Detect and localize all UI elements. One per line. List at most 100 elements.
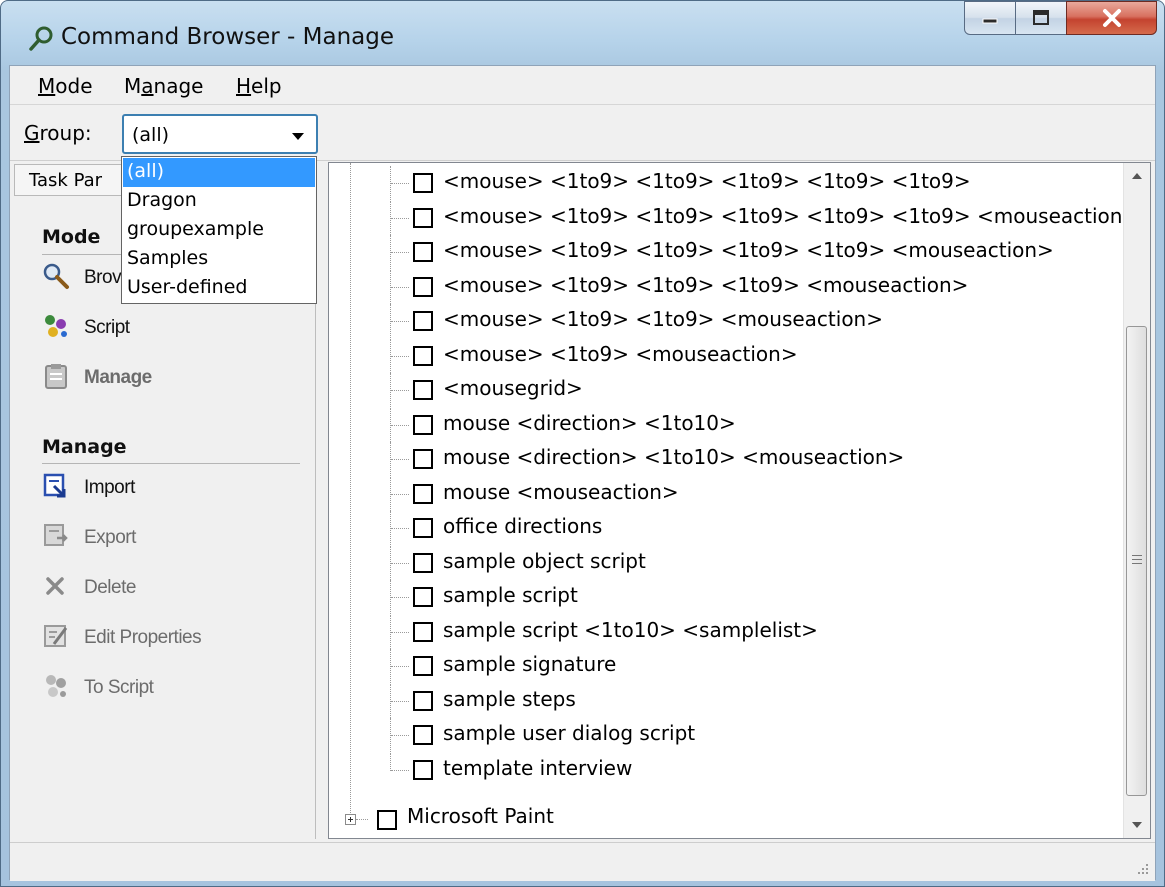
dropdown-option[interactable]: User-defined	[123, 274, 315, 303]
checkbox[interactable]	[413, 207, 433, 228]
tree-item[interactable]: office directions	[329, 511, 1119, 545]
tree-item[interactable]: sample steps	[329, 683, 1119, 718]
maximize-button[interactable]	[1015, 1, 1067, 35]
tree-item[interactable]: mouse <direction> <1to10>	[329, 407, 1119, 442]
arrow-up-icon	[1132, 173, 1142, 179]
title-bar[interactable]: Command Browser - Manage	[1, 1, 1164, 63]
tree-item-label: sample script	[443, 583, 578, 607]
grip-line	[1132, 559, 1142, 560]
checkbox[interactable]	[413, 345, 433, 366]
checkbox[interactable]	[413, 311, 433, 331]
tree-item[interactable]: mouse <mouseaction>	[329, 476, 1119, 511]
checkbox[interactable]	[413, 414, 433, 435]
import-icon	[43, 473, 66, 498]
tree-item[interactable]: sample user dialog script	[329, 718, 1119, 752]
tree-connector	[391, 597, 409, 599]
checkbox[interactable]	[413, 518, 433, 538]
tree-connector	[391, 631, 409, 634]
command-tree[interactable]: Microsoft Paint <mouse> <1to9> <1to9> <1…	[328, 162, 1151, 839]
mode-heading: Mode	[42, 226, 101, 248]
dropdown-option-label: Dragon	[127, 189, 197, 211]
dropdown-option[interactable]: groupexample	[123, 216, 315, 245]
tree-item[interactable]: sample script	[329, 580, 1119, 614]
menu-manage[interactable]: Manage	[124, 74, 203, 98]
tree-item[interactable]: sample script <1to10> <samplelist>	[329, 614, 1119, 649]
checkbox[interactable]	[413, 587, 433, 607]
checkbox[interactable]	[413, 656, 433, 676]
dropdown-option[interactable]: Dragon	[123, 187, 315, 216]
menu-mode[interactable]: Mode	[38, 74, 93, 98]
scroll-thumb[interactable]	[1126, 326, 1147, 796]
menu-help-mnemonic: H	[236, 74, 252, 98]
vertical-scrollbar[interactable]	[1123, 163, 1150, 838]
task-import-label: Import	[84, 477, 135, 498]
tree-connector	[391, 321, 409, 323]
checkbox[interactable]	[413, 725, 433, 745]
checkbox[interactable]	[413, 276, 433, 297]
tree-item-label: sample script <1to10> <samplelist>	[443, 617, 818, 642]
tree-connector	[391, 424, 409, 427]
grip-line	[1132, 555, 1142, 556]
scroll-up-button[interactable]	[1124, 163, 1150, 189]
arrow-down-icon	[1132, 822, 1142, 828]
tree-item-label: mouse <direction> <1to10> <mouseaction>	[443, 445, 905, 469]
dropdown-option[interactable]: Samples	[123, 245, 315, 274]
checkbox[interactable]	[413, 621, 433, 642]
group-dropdown-list[interactable]: (all) Dragon groupexample Samples User-defin…	[121, 156, 317, 304]
tree-connector	[391, 355, 409, 358]
manage-divider	[42, 463, 300, 464]
tree-item[interactable]: <mouse> <1to9> <1to9> <mouseaction>	[329, 304, 1119, 338]
chevron-down-icon[interactable]	[292, 133, 304, 140]
tree-item[interactable]: <mouse> <1to9> <1to9> <1to9> <1to9> <1to…	[329, 166, 1119, 200]
grip-line	[1132, 563, 1142, 564]
task-manage-label: Manage	[84, 367, 152, 388]
checkbox[interactable]	[413, 173, 433, 193]
tree-item[interactable]: <mouse> <1to9> <1to9> <1to9> <1to9> <mou…	[329, 235, 1119, 269]
menu-manage-prefix: M	[124, 74, 142, 98]
tree-item[interactable]: <mousegrid>	[329, 373, 1119, 407]
group-label-text: roup:	[39, 121, 92, 145]
tree-line	[390, 752, 392, 771]
checkbox[interactable]	[413, 380, 433, 400]
tree-root-item[interactable]: Microsoft Paint	[407, 804, 554, 828]
task-to-script-label: To Script	[84, 677, 154, 698]
dropdown-option[interactable]: (all)	[123, 158, 315, 187]
tree-item[interactable]: template interview	[329, 752, 1119, 787]
tree-item[interactable]: sample signature	[329, 649, 1119, 683]
resize-grip-icon[interactable]	[1135, 861, 1149, 875]
scroll-down-button[interactable]	[1124, 812, 1150, 838]
dropdown-option-label: (all)	[127, 160, 165, 182]
export-icon	[44, 524, 68, 546]
checkbox[interactable]	[413, 449, 433, 469]
task-browse-label: Brov	[84, 267, 122, 288]
checkbox[interactable]	[413, 759, 433, 780]
checkbox[interactable]	[413, 483, 433, 504]
menu-help-label: elp	[251, 74, 282, 98]
close-button[interactable]	[1066, 1, 1157, 35]
delete-x-icon	[46, 577, 64, 595]
expand-plus-icon[interactable]	[345, 814, 356, 825]
window-title: Command Browser - Manage	[61, 24, 395, 50]
close-icon	[1102, 9, 1121, 27]
checkbox-root[interactable]	[377, 810, 397, 830]
tree-item[interactable]: mouse <direction> <1to10> <mouseaction>	[329, 442, 1119, 476]
tree-item[interactable]: <mouse> <1to9> <1to9> <1to9> <mouseactio…	[329, 269, 1119, 304]
checkbox[interactable]	[413, 552, 433, 573]
tree-item-label: <mouse> <1to9> <mouseaction>	[443, 341, 798, 366]
minimize-button[interactable]	[964, 1, 1016, 35]
tree-item[interactable]: <mouse> <1to9> <1to9> <1to9> <1to9> <1to…	[329, 200, 1139, 235]
group-label: Group:	[24, 121, 92, 145]
tree-item-label: office directions	[443, 514, 603, 538]
group-select[interactable]: (all)	[122, 114, 318, 154]
checkbox[interactable]	[413, 690, 433, 711]
group-select-value: (all)	[132, 124, 170, 146]
tree-item-label: <mouse> <1to9> <1to9> <1to9> <1to9> <mou…	[443, 238, 1054, 262]
menu-help[interactable]: Help	[236, 74, 282, 98]
script-icon	[45, 315, 67, 337]
tree-item[interactable]: <mouse> <1to9> <mouseaction>	[329, 338, 1119, 373]
tree-item[interactable]: sample object script	[329, 545, 1119, 580]
dropdown-option-label: User-defined	[127, 276, 248, 298]
tree-item-label: sample user dialog script	[443, 721, 696, 745]
checkbox[interactable]	[413, 242, 433, 262]
tree-connector	[391, 700, 409, 703]
